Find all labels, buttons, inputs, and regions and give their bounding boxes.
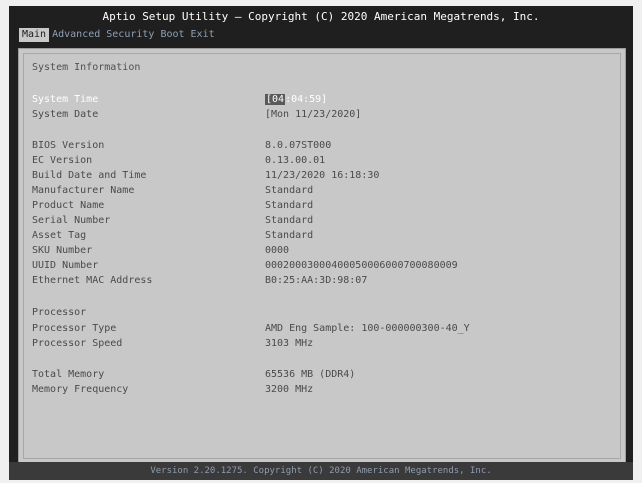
bios-version-value: 8.0.07ST000 <box>265 140 332 151</box>
manufacturer-value: Standard <box>265 185 314 196</box>
bios-screen: Aptio Setup Utility – Copyright (C) 2020… <box>9 6 633 480</box>
processor-type-value: AMD Eng Sample: 100-000000300-40_Y <box>265 323 470 334</box>
menu-security[interactable]: Security <box>103 28 157 42</box>
sku-number-value: 0000 <box>265 245 290 256</box>
main-panel-inner: System Information System Time [04:04:59… <box>23 53 621 459</box>
serial-number-label: Serial Number <box>32 215 111 226</box>
section-title: System Information <box>32 62 141 73</box>
sku-number-label: SKU Number <box>32 245 93 256</box>
build-date-label: Build Date and Time <box>32 170 147 181</box>
menu-bar: Main Advanced Security Boot Exit <box>19 28 218 42</box>
system-time-field[interactable]: [04:04:59] <box>265 94 327 105</box>
build-date-value: 11/23/2020 16:18:30 <box>265 170 380 181</box>
product-name-label: Product Name <box>32 200 105 211</box>
mac-address-label: Ethernet MAC Address <box>32 275 153 286</box>
ec-version-value: 0.13.00.01 <box>265 155 326 166</box>
serial-number-value: Standard <box>265 215 314 226</box>
bios-version-label: BIOS Version <box>32 140 105 151</box>
menu-boot[interactable]: Boot <box>157 28 187 42</box>
manufacturer-label: Manufacturer Name <box>32 185 135 196</box>
memory-frequency-label: Memory Frequency <box>32 384 129 395</box>
product-name-value: Standard <box>265 200 314 211</box>
asset-tag-label: Asset Tag <box>32 230 87 241</box>
menu-advanced[interactable]: Advanced <box>49 28 103 42</box>
system-time-label: System Time <box>32 94 99 105</box>
uuid-value: 00020003000400050006000700080009 <box>265 260 458 271</box>
total-memory-value: 65536 MB (DDR4) <box>265 369 356 380</box>
version-footer: Version 2.20.1275. Copyright (C) 2020 Am… <box>9 462 633 480</box>
processor-speed-label: Processor Speed <box>32 338 123 349</box>
processor-speed-value: 3103 MHz <box>265 338 314 349</box>
mac-address-value: B0:25:AA:3D:98:07 <box>265 275 368 286</box>
uuid-label: UUID Number <box>32 260 99 271</box>
system-date-field[interactable]: [Mon 11/23/2020] <box>265 109 361 120</box>
menu-exit[interactable]: Exit <box>188 28 218 42</box>
system-date-label: System Date <box>32 109 99 120</box>
asset-tag-value: Standard <box>265 230 314 241</box>
system-time-rest[interactable]: :04:59] <box>285 94 327 105</box>
main-panel: System Information System Time [04:04:59… <box>18 48 626 464</box>
menu-main[interactable]: Main <box>19 28 50 42</box>
processor-type-label: Processor Type <box>32 323 117 334</box>
utility-title: Aptio Setup Utility – Copyright (C) 2020… <box>102 10 540 23</box>
total-memory-label: Total Memory <box>32 369 105 380</box>
system-time-hour[interactable]: [04 <box>265 94 286 105</box>
processor-header: Processor <box>32 307 87 318</box>
memory-frequency-value: 3200 MHz <box>265 384 314 395</box>
ec-version-label: EC Version <box>32 155 93 166</box>
